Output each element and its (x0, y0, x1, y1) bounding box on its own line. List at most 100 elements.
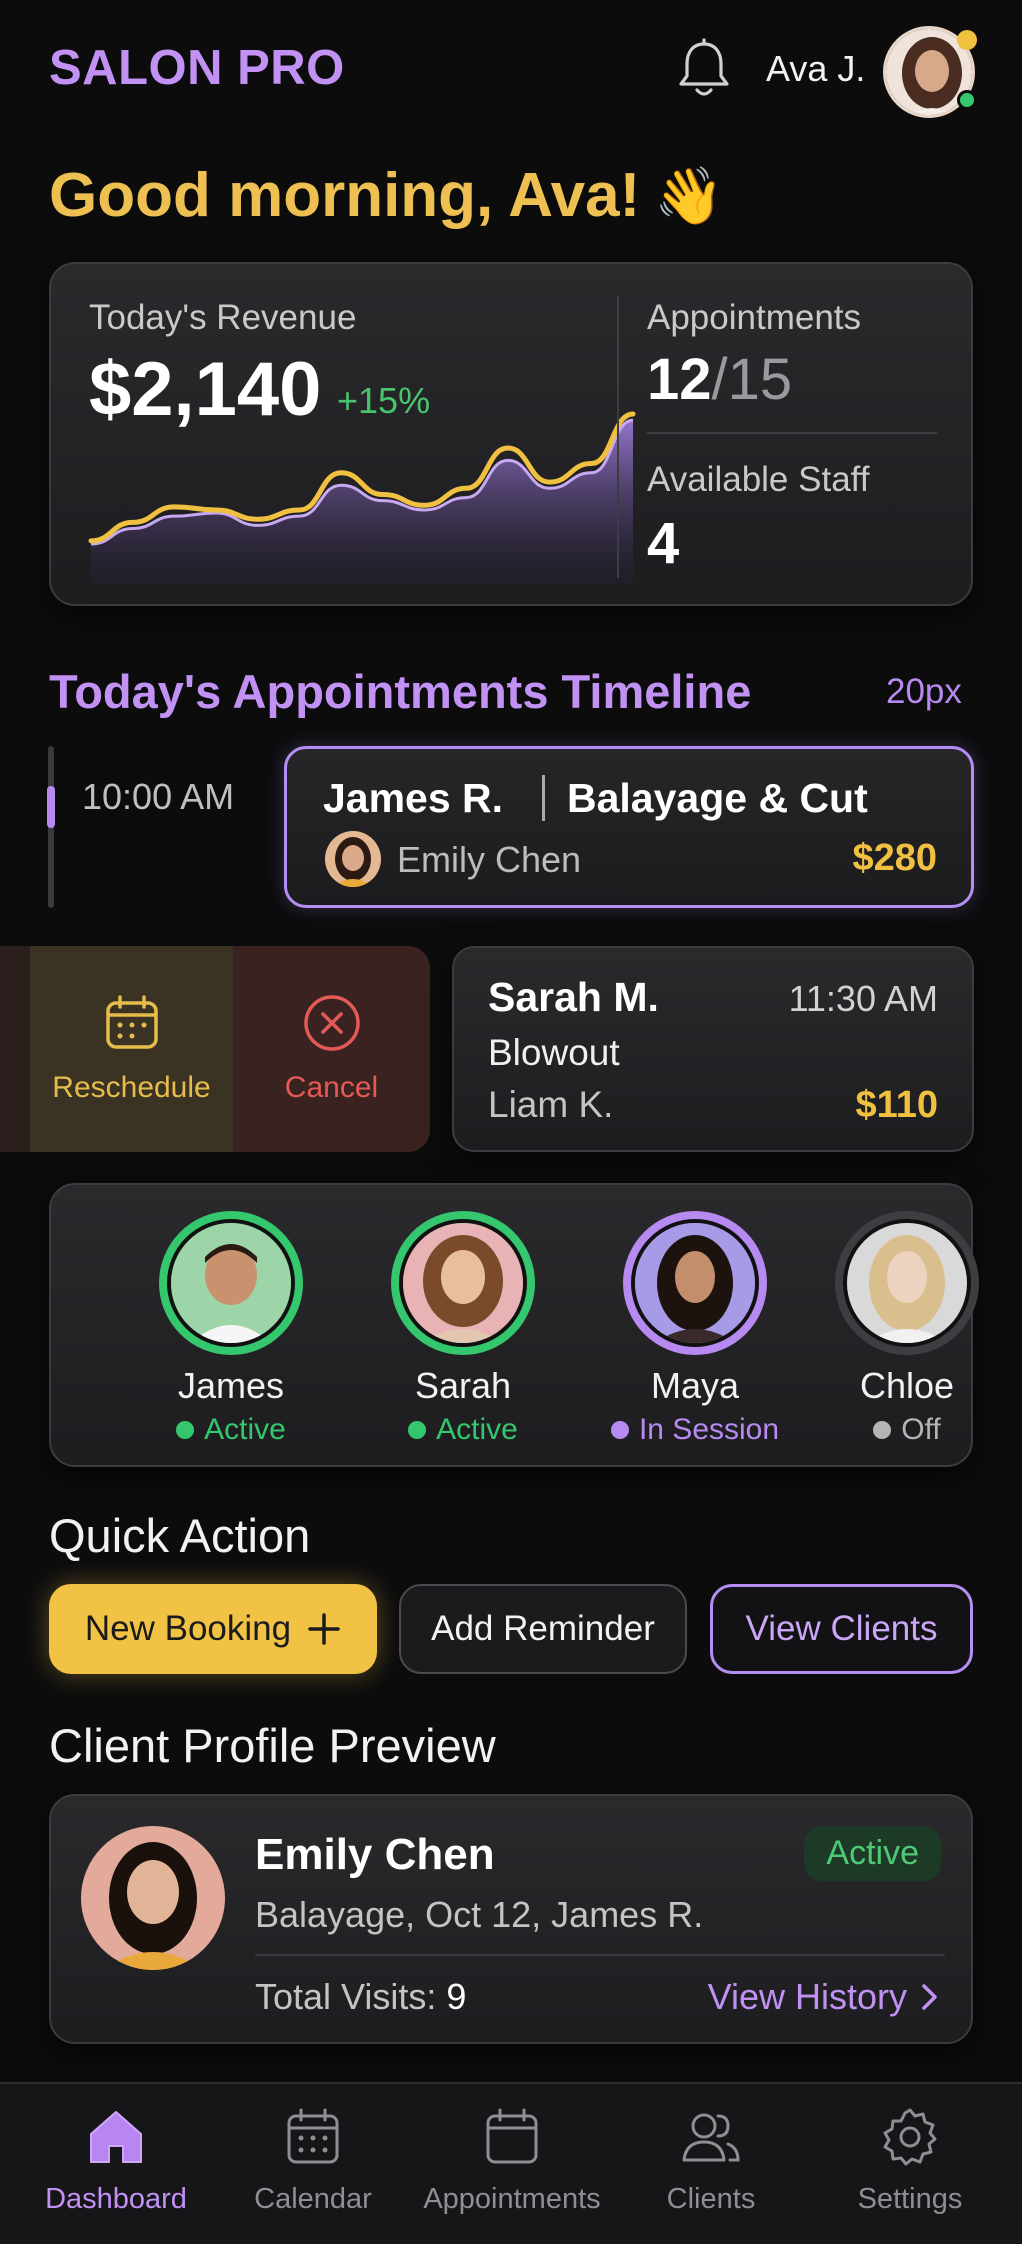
staff-status-label: Off (901, 1413, 941, 1446)
staff-status: Active (363, 1413, 563, 1447)
staff-name: Sarah (414, 1365, 512, 1406)
view-history-label: View History (707, 1976, 907, 2017)
nav-calendar[interactable]: Calendar (213, 2104, 413, 2216)
calendar-icon (105, 995, 158, 1049)
staff-name: Chloe (859, 1365, 955, 1406)
cancel-button[interactable]: Cancel (233, 946, 430, 1152)
chevron-right-icon (922, 1984, 937, 2010)
wave-emoji: 👋 (654, 163, 725, 227)
visits-value: 9 (446, 1976, 467, 2017)
bottom-navigation: Dashboard Calendar Appointments Clients (0, 2082, 1022, 2244)
nav-label: Dashboard (45, 2183, 187, 2215)
staff-ring (623, 1211, 767, 1355)
client-profile-title: Client Profile Preview (49, 1719, 496, 1772)
chart-area (91, 420, 633, 584)
nav-label: Appointments (423, 2183, 601, 2215)
appointments-value: 12/15 (647, 346, 792, 413)
new-booking-button[interactable]: New Booking (49, 1584, 377, 1674)
appointment-stylist: Liam K. (488, 1084, 614, 1125)
staff-name: James (177, 1365, 285, 1406)
add-reminder-label: Add Reminder (431, 1609, 655, 1648)
staff-avatar (399, 1219, 527, 1347)
staff-status: Off (827, 1413, 987, 1447)
visits-label: Total Visits: (255, 1976, 437, 2017)
client-last-service: Balayage, Oct 12, James R. (255, 1894, 704, 1935)
calendar-icon (287, 2108, 339, 2164)
bell-icon[interactable] (675, 38, 733, 102)
revenue-chart (88, 411, 636, 584)
appointment-separator (542, 775, 545, 821)
staff-item-chloe[interactable]: Chloe Off (827, 1211, 987, 1447)
view-history-link[interactable]: View History (708, 1976, 941, 2018)
staff-status-label: In Session (638, 1413, 780, 1446)
app-header: SALON PRO Ava J. (0, 0, 1022, 140)
appointments-total: 15 (727, 347, 793, 412)
online-status-dot (957, 90, 977, 110)
staff-status: Active (131, 1413, 331, 1447)
staff-avatar (843, 1219, 971, 1347)
stats-card: Today's Revenue $2,140 +15% Appointments… (49, 262, 973, 606)
client-profile-card[interactable]: Emily Chen Active Balayage, Oct 12, Jame… (49, 1794, 973, 2044)
settings-icon (883, 2108, 937, 2166)
staff-name: Maya (650, 1365, 740, 1406)
staff-item-maya[interactable]: Maya In Session (595, 1211, 795, 1447)
status-dot (610, 1421, 629, 1439)
brand-logo-text: SALON PRO (49, 41, 345, 95)
status-dot (873, 1421, 892, 1439)
stats-divider (617, 296, 619, 578)
appointments-icon (486, 2108, 538, 2164)
client-name: Emily Chen (255, 1830, 495, 1879)
nav-dashboard[interactable]: Dashboard (16, 2104, 216, 2216)
appointments-done: 12 (647, 347, 712, 412)
status-dot (408, 1421, 427, 1439)
appointment-client: Sarah M. (488, 974, 659, 1020)
timeline-time: 10:00 AM (82, 776, 235, 817)
reschedule-button[interactable]: Reschedule (30, 946, 233, 1152)
home-icon (90, 2111, 142, 2163)
nav-clients[interactable]: Clients (611, 2104, 811, 2216)
nav-label: Calendar (254, 2183, 372, 2215)
greeting-text: Good morning, Ava! (49, 161, 641, 230)
available-staff-label: Available Staff (647, 460, 870, 499)
nav-appointments[interactable]: Appointments (412, 2104, 612, 2216)
view-clients-label: View Clients (745, 1609, 938, 1648)
nav-label: Settings (857, 2183, 963, 2215)
appointments-slash: / (711, 347, 728, 412)
plus-icon (308, 1613, 340, 1645)
staff-status-label: Active (436, 1413, 518, 1446)
notification-dot (957, 30, 977, 50)
staff-item-sarah[interactable]: Sarah Active (363, 1211, 563, 1447)
appointment-service: Blowout (488, 1032, 620, 1073)
view-clients-button[interactable]: View Clients (710, 1584, 973, 1674)
appointment-time: 11:30 AM (788, 978, 938, 1019)
user-name[interactable]: Ava J. (766, 48, 865, 90)
appointment-price: $110 (855, 1084, 938, 1126)
nav-label: Clients (666, 2183, 756, 2215)
stylist-avatar (325, 831, 381, 887)
staff-ring (835, 1211, 979, 1355)
close-circle-icon (303, 995, 360, 1051)
timeline-title: Today's Appointments Timeline (49, 665, 752, 718)
status-dot (176, 1421, 195, 1439)
appointment-client: James R. (323, 775, 504, 821)
appointment-stylist: Emily Chen (397, 839, 582, 880)
new-booking-label: New Booking (84, 1609, 292, 1648)
quick-action-title: Quick Action (49, 1509, 311, 1562)
staff-item-james[interactable]: James Active (131, 1211, 331, 1447)
staff-status-label: Active (204, 1413, 286, 1446)
reschedule-label: Reschedule (52, 1071, 211, 1104)
appointment-card-james[interactable]: James R. Balayage & Cut Emily Chen $280 (284, 746, 974, 908)
staff-ring (159, 1211, 303, 1355)
available-staff-value: 4 (647, 511, 680, 576)
staff-avatar (167, 1219, 295, 1347)
clients-icon (682, 2113, 740, 2162)
swipe-actions: Reschedule Cancel (0, 946, 430, 1152)
add-reminder-button[interactable]: Add Reminder (399, 1584, 687, 1674)
timeline-marker (47, 786, 55, 828)
nav-settings[interactable]: Settings (810, 2104, 1010, 2216)
appointment-price: $280 (852, 837, 937, 879)
user-avatar[interactable] (883, 26, 977, 118)
appointment-card-sarah[interactable]: Sarah M. 11:30 AM Blowout Liam K. $110 (452, 946, 974, 1152)
staff-ring (391, 1211, 535, 1355)
staff-status: In Session (595, 1413, 795, 1447)
